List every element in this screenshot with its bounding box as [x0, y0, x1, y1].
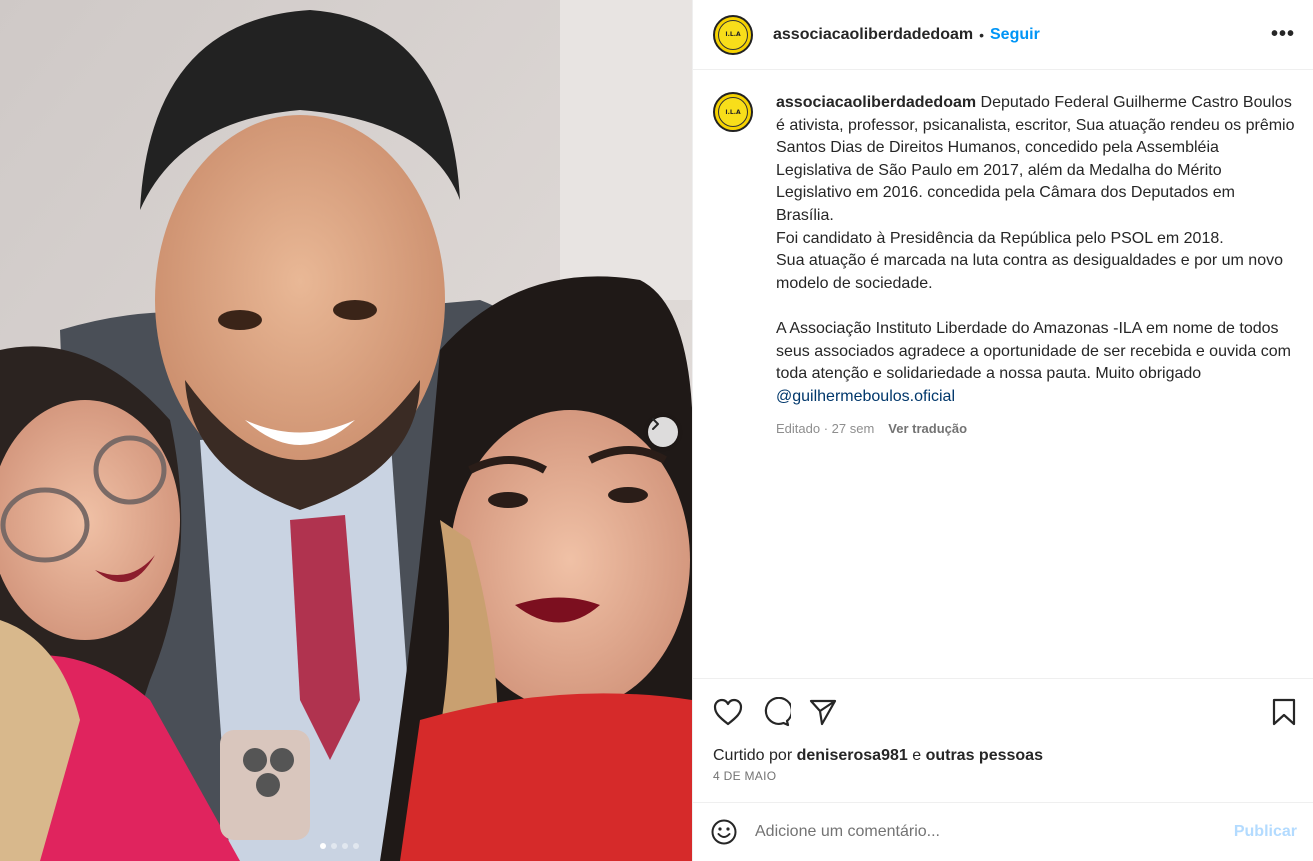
caption-section: I.L.A associacaoliberdadedoam Deputado F…	[693, 70, 1313, 678]
post-date[interactable]: 4 DE MAIO	[713, 769, 1297, 783]
caption-paragraph-2: A Associação Instituto Liberdade do Amaz…	[776, 319, 1296, 383]
carousel-dot	[342, 843, 348, 849]
comment-input[interactable]	[755, 823, 1234, 841]
share-button[interactable]	[809, 698, 837, 726]
caption-text: associacaoliberdadedoam Deputado Federal…	[776, 92, 1295, 441]
caption-row: I.L.A associacaoliberdadedoam Deputado F…	[713, 92, 1295, 441]
send-icon	[809, 699, 837, 726]
liked-prefix: Curtido por	[713, 747, 797, 764]
bookmark-icon	[1272, 698, 1296, 726]
avatar[interactable]: I.L.A	[713, 14, 753, 55]
comment-composer: Publicar	[693, 802, 1313, 861]
emoji-icon	[711, 819, 737, 845]
caption-paragraph-1: Deputado Federal Guilherme Castro Boulos…	[776, 94, 1295, 292]
carousel-dot	[331, 843, 337, 849]
avatar-logo: I.L.A	[718, 97, 748, 127]
chevron-right-icon	[652, 418, 659, 430]
selfie-image	[0, 0, 692, 861]
actions-section: Curtido por deniserosa981 e outras pesso…	[693, 678, 1313, 802]
comment-button[interactable]	[761, 697, 791, 727]
carousel-dot	[320, 843, 326, 849]
action-bar	[713, 679, 1297, 745]
publish-button[interactable]: Publicar	[1234, 823, 1297, 841]
separator-dot: •	[979, 26, 984, 43]
post-photo[interactable]	[0, 0, 692, 861]
caption-avatar[interactable]: I.L.A	[713, 92, 753, 132]
comment-icon	[764, 697, 791, 727]
like-button[interactable]	[713, 698, 743, 726]
follow-button[interactable]: Seguir	[990, 26, 1040, 44]
see-translation-link[interactable]: Ver tradução	[888, 418, 967, 441]
more-icon: •••	[1270, 23, 1295, 45]
caption-paragraph: A Associação Instituto Liberdade do Amaz…	[776, 318, 1295, 408]
carousel-indicator	[320, 843, 359, 849]
more-options-button[interactable]: •••	[1271, 23, 1295, 46]
carousel-dot	[353, 843, 359, 849]
caption-paragraph: associacaoliberdadedoam Deputado Federal…	[776, 92, 1295, 295]
caption-username[interactable]: associacaoliberdadedoam	[776, 94, 976, 111]
mention-link[interactable]: @guilhermeboulos.oficial	[776, 388, 955, 405]
post-header: I.L.A associacaoliberdadedoam • Seguir •…	[693, 0, 1313, 70]
caption-meta: Editado · 27 sem Ver tradução	[776, 418, 1295, 441]
next-photo-button[interactable]	[648, 417, 678, 447]
avatar-logo: I.L.A	[718, 19, 748, 50]
post-details-panel: I.L.A associacaoliberdadedoam • Seguir •…	[692, 0, 1313, 861]
save-button[interactable]	[1271, 698, 1297, 726]
author-username[interactable]: associacaoliberdadedoam	[773, 26, 973, 44]
edited-timestamp: Editado · 27 sem	[776, 421, 875, 437]
emoji-button[interactable]	[711, 819, 737, 845]
likes-summary: Curtido por deniserosa981 e outras pesso…	[713, 747, 1297, 765]
liked-mid: e	[907, 747, 926, 764]
heart-icon	[713, 698, 743, 726]
liked-user-link[interactable]: deniserosa981	[797, 747, 908, 764]
liked-others-link[interactable]: outras pessoas	[926, 747, 1043, 764]
